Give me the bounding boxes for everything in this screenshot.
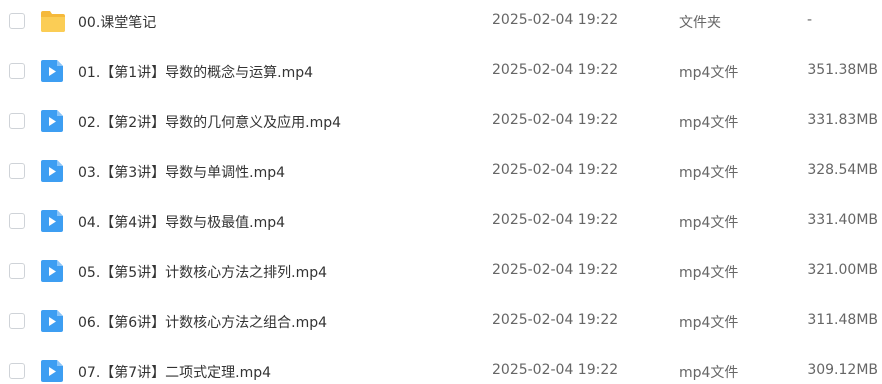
file-row[interactable]: 01.【第1讲】导数的概念与运算.mp4 2025-02-04 19:22 mp… (0, 46, 882, 96)
video-file-icon (40, 159, 66, 183)
file-type: mp4文件 (679, 215, 739, 231)
file-row[interactable]: 00.课堂笔记 2025-02-04 19:22 文件夹 - (0, 0, 882, 46)
video-file-icon (40, 209, 66, 233)
file-type: mp4文件 (679, 65, 739, 81)
file-date: 2025-02-04 19:22 (492, 212, 619, 228)
file-date: 2025-02-04 19:22 (492, 262, 619, 278)
file-size: 309.12MB (807, 362, 878, 378)
file-size: 321.00MB (807, 262, 878, 278)
file-type: mp4文件 (679, 315, 739, 331)
file-date: 2025-02-04 19:22 (492, 362, 619, 378)
file-row[interactable]: 05.【第5讲】计数核心方法之排列.mp4 2025-02-04 19:22 m… (0, 246, 882, 296)
file-name[interactable]: 04.【第4讲】导数与极最值.mp4 (78, 212, 285, 232)
file-name[interactable]: 01.【第1讲】导数的概念与运算.mp4 (78, 62, 313, 82)
video-file-icon (40, 309, 66, 333)
file-date: 2025-02-04 19:22 (492, 12, 619, 28)
file-name[interactable]: 02.【第2讲】导数的几何意义及应用.mp4 (78, 112, 341, 132)
file-size: 351.38MB (807, 62, 878, 78)
row-checkbox[interactable] (9, 13, 25, 29)
file-name[interactable]: 00.课堂笔记 (78, 12, 156, 32)
file-type: mp4文件 (679, 365, 739, 381)
video-file-icon (40, 109, 66, 133)
video-file-icon (40, 259, 66, 283)
folder-icon (40, 9, 66, 33)
file-type: 文件夹 (679, 15, 721, 31)
file-size: 331.40MB (807, 212, 878, 228)
row-checkbox[interactable] (9, 363, 25, 379)
video-file-icon (40, 359, 66, 383)
file-date: 2025-02-04 19:22 (492, 112, 619, 128)
file-date: 2025-02-04 19:22 (492, 312, 619, 328)
file-row[interactable]: 03.【第3讲】导数与单调性.mp4 2025-02-04 19:22 mp4文… (0, 146, 882, 196)
file-type: mp4文件 (679, 265, 739, 281)
file-row[interactable]: 06.【第6讲】计数核心方法之组合.mp4 2025-02-04 19:22 m… (0, 296, 882, 346)
file-size: 328.54MB (807, 162, 878, 178)
file-type: mp4文件 (679, 165, 739, 181)
file-date: 2025-02-04 19:22 (492, 162, 619, 178)
row-checkbox[interactable] (9, 63, 25, 79)
file-name[interactable]: 05.【第5讲】计数核心方法之排列.mp4 (78, 262, 327, 282)
file-row[interactable]: 02.【第2讲】导数的几何意义及应用.mp4 2025-02-04 19:22 … (0, 96, 882, 146)
file-type: mp4文件 (679, 115, 739, 131)
row-checkbox[interactable] (9, 113, 25, 129)
video-file-icon (40, 59, 66, 83)
file-row[interactable]: 07.【第7讲】二项式定理.mp4 2025-02-04 19:22 mp4文件… (0, 346, 882, 384)
row-checkbox[interactable] (9, 213, 25, 229)
file-row[interactable]: 04.【第4讲】导数与极最值.mp4 2025-02-04 19:22 mp4文… (0, 196, 882, 246)
file-date: 2025-02-04 19:22 (492, 62, 619, 78)
row-checkbox[interactable] (9, 263, 25, 279)
file-size: 311.48MB (807, 312, 878, 328)
row-checkbox[interactable] (9, 313, 25, 329)
file-name[interactable]: 03.【第3讲】导数与单调性.mp4 (78, 162, 285, 182)
row-checkbox[interactable] (9, 163, 25, 179)
file-size: - (806, 12, 812, 28)
file-name[interactable]: 06.【第6讲】计数核心方法之组合.mp4 (78, 312, 327, 332)
file-size: 331.83MB (807, 112, 878, 128)
file-list: 00.课堂笔记 2025-02-04 19:22 文件夹 - 01.【第1讲】导… (0, 0, 882, 384)
file-name[interactable]: 07.【第7讲】二项式定理.mp4 (78, 362, 271, 382)
